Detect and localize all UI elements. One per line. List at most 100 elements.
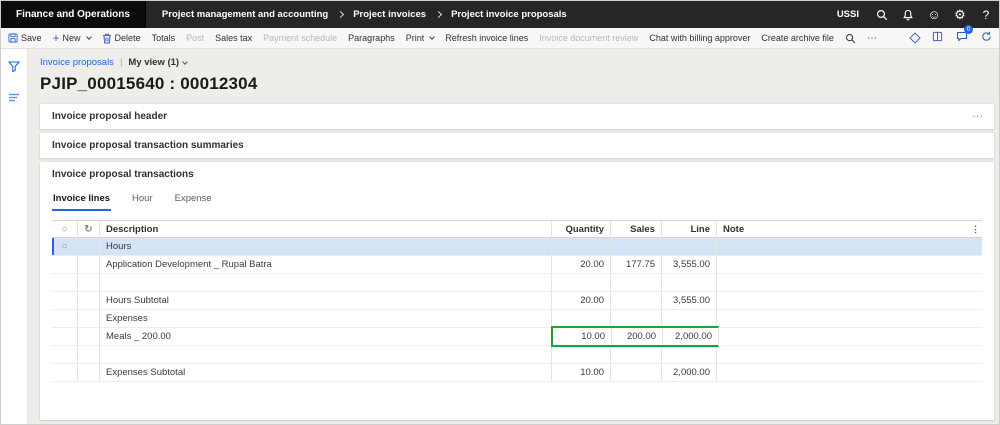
new-button[interactable]: + New [53,32,92,44]
refresh-icon[interactable] [981,29,992,47]
chat-with-billing-approver-button[interactable]: Chat with billing approver [649,33,750,43]
column-line-amount[interactable]: Line amount [662,221,717,237]
row-radio[interactable]: ○ [52,238,78,255]
cell-quantity[interactable]: 10.00 [553,328,612,345]
chevron-down-icon [182,58,188,65]
cell-sales-price[interactable] [611,238,662,255]
paragraphs-button[interactable]: Paragraphs [348,33,395,43]
grid-diamond-icon[interactable] [909,32,921,44]
separator: | [119,57,123,68]
breadcrumb-item-area[interactable]: Project invoices [353,9,426,20]
bell-icon[interactable] [895,1,921,28]
task-list-icon[interactable] [8,89,20,107]
cell-note[interactable] [717,364,982,381]
cell-line-amount[interactable]: 3,555.00 [662,292,717,309]
view-selector[interactable]: My view (1) [128,57,188,68]
column-description[interactable]: Description [100,221,552,237]
cell-description[interactable]: Hours [100,238,552,255]
cell-line-amount[interactable] [662,310,717,327]
breadcrumb: Project management and accounting Projec… [146,9,837,20]
invoice-document-review-button: Invoice document review [539,33,639,43]
column-quantity[interactable]: Quantity [552,221,611,237]
back-link[interactable]: Invoice proposals [40,57,114,68]
cell-line-amount[interactable] [662,346,717,363]
cell-note[interactable] [717,328,982,345]
cell-sales-price[interactable]: 177.75 [611,256,662,273]
filter-icon[interactable] [7,59,21,77]
tab-expense[interactable]: Expense [174,189,213,211]
table-row[interactable] [52,346,982,364]
cell-note[interactable] [717,310,982,327]
cell-quantity[interactable] [552,346,611,363]
cell-line-amount[interactable]: 3,555.00 [662,256,717,273]
cell-note[interactable] [717,238,982,255]
app-window: Finance and Operations Project managemen… [0,0,1000,425]
table-row[interactable]: Hours Subtotal 20.00 3,555.00 [52,292,982,310]
print-button[interactable]: Print [406,33,436,43]
help-icon[interactable]: ? [973,1,999,28]
cell-line-amount[interactable] [662,238,717,255]
cell-sales-price[interactable] [611,364,662,381]
refresh-column-icon[interactable]: ↻ [78,221,100,237]
column-sales-price[interactable]: Sales price [611,221,662,237]
cell-sales-price[interactable] [611,310,662,327]
table-row[interactable]: Expenses [52,310,982,328]
search-icon[interactable] [869,1,895,28]
cell-description[interactable] [100,346,552,363]
cell-quantity[interactable] [552,274,611,291]
breadcrumb-item-module[interactable]: Project management and accounting [162,9,328,20]
cell-description[interactable]: Meals _ 200.00 [100,328,553,345]
smiley-icon[interactable]: ☺ [921,1,947,28]
breadcrumb-item-page[interactable]: Project invoice proposals [451,9,567,20]
tab-invoice-lines[interactable]: Invoice lines [52,189,112,211]
cell-quantity[interactable] [552,310,611,327]
cell-note[interactable] [717,346,982,363]
delete-button[interactable]: Delete [102,33,141,44]
section-header-toggle[interactable]: Invoice proposal transactions [40,162,994,187]
sales-tax-button[interactable]: Sales tax [215,33,252,43]
tab-hour[interactable]: Hour [131,189,154,211]
cell-note[interactable] [717,292,982,309]
section-header-toggle[interactable]: Invoice proposal header ··· [40,104,994,129]
cell-description[interactable]: Hours Subtotal [100,292,552,309]
cell-sales-price[interactable] [611,346,662,363]
table-row[interactable]: Meals _ 200.00 10.00 200.00 2,000.00 [52,326,982,347]
command-search-icon[interactable] [845,33,856,44]
gear-icon[interactable]: ⚙ [947,1,973,28]
cell-note[interactable] [717,256,982,273]
company-picker[interactable]: USSI [837,9,859,20]
book-icon[interactable] [932,29,943,47]
cell-sales-price[interactable] [611,274,662,291]
cell-quantity[interactable]: 20.00 [552,292,611,309]
cell-quantity[interactable]: 20.00 [552,256,611,273]
section-transaction-summaries: Invoice proposal transaction summaries [40,133,994,158]
cell-description[interactable]: Application Development _ Rupal Batra [100,256,552,273]
cell-sales-price[interactable] [611,292,662,309]
table-row[interactable]: Expenses Subtotal 10.00 2,000.00 [52,364,982,382]
table-row[interactable]: ○ Hours [52,238,982,256]
select-all-radio[interactable]: ○ [52,221,78,237]
save-button[interactable]: Save [8,33,42,43]
table-row[interactable] [52,274,982,292]
cell-line-amount[interactable] [662,274,717,291]
app-title[interactable]: Finance and Operations [1,1,146,28]
more-commands-icon[interactable]: ⋯ [867,33,878,44]
cell-note[interactable] [717,274,982,291]
column-options-icon[interactable]: ⋮ [971,221,982,237]
create-archive-file-button[interactable]: Create archive file [761,33,834,43]
section-more-icon[interactable]: ··· [973,112,984,121]
cell-quantity[interactable] [552,238,611,255]
refresh-invoice-lines-button[interactable]: Refresh invoice lines [445,33,528,43]
totals-button[interactable]: Totals [152,33,176,43]
cell-sales-price[interactable]: 200.00 [612,328,663,345]
cell-line-amount[interactable]: 2,000.00 [663,328,718,345]
cell-description[interactable]: Expenses Subtotal [100,364,552,381]
cell-line-amount[interactable]: 2,000.00 [662,364,717,381]
table-row[interactable]: Application Development _ Rupal Batra 20… [52,256,982,274]
section-header-toggle[interactable]: Invoice proposal transaction summaries [40,133,994,158]
chat-bubble-icon[interactable]: 0 [956,25,973,47]
cell-description[interactable] [100,274,552,291]
column-note[interactable]: Note ⋮ [717,221,982,237]
cell-quantity[interactable]: 10.00 [552,364,611,381]
cell-description[interactable]: Expenses [100,310,552,327]
